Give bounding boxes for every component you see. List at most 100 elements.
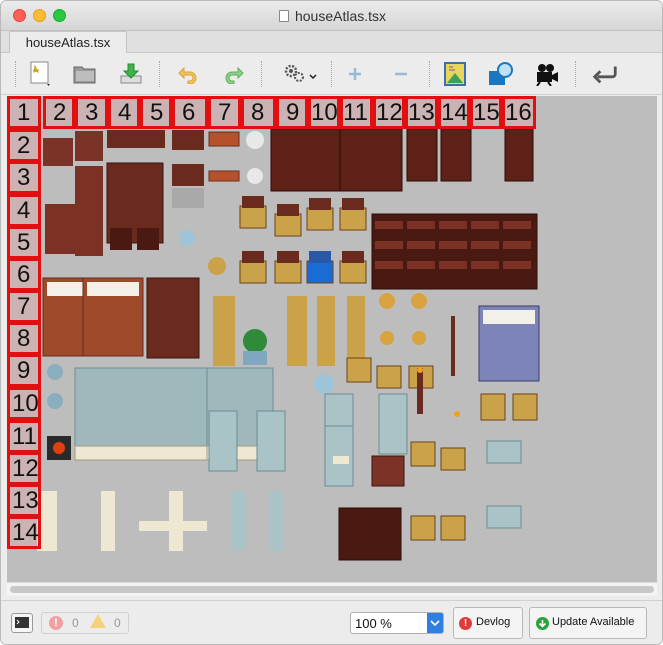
column-number-label: 10: [308, 96, 340, 129]
devlog-button[interactable]: ! Devlog: [453, 607, 523, 639]
toolbar-separator: [429, 61, 430, 87]
shelf-row: [471, 241, 499, 249]
column-number-text: 7: [218, 99, 232, 126]
warning-count: 0: [114, 616, 121, 630]
curtain-sprite: [213, 296, 235, 366]
undo-icon[interactable]: [173, 60, 201, 88]
row-number-text: 7: [17, 293, 31, 320]
column-number-text: 2: [53, 99, 67, 126]
issues-panel-button[interactable]: ! 0 0: [41, 612, 129, 634]
chair-sprite: [239, 205, 267, 229]
chair-sprite: [376, 365, 402, 389]
toolbar: [1, 53, 662, 95]
column-number-text: 16: [505, 99, 532, 126]
column-number-text: 14: [441, 99, 468, 126]
scrollbar-thumb[interactable]: [10, 586, 654, 593]
zoom-select[interactable]: 100 %: [350, 612, 444, 634]
wardrobe-sprite: [504, 128, 534, 182]
toolbar-separator: [15, 61, 16, 87]
lamp-sprite: [411, 293, 427, 309]
row-number-text: 2: [17, 132, 31, 159]
column-number-label: 1: [7, 96, 41, 129]
new-file-icon[interactable]: [27, 60, 55, 88]
settings-gear-icon[interactable]: [279, 60, 321, 88]
tileset-canvas[interactable]: 1 2 3 4 5 6 7 8 9 10 11 12 13 14 15 16 2 3 4 5 6 7 8 9 10 11 12 13 1…: [7, 96, 657, 582]
update-available-button[interactable]: Update Available: [529, 607, 647, 639]
tab-bar: houseAtlas.tsx: [1, 31, 662, 53]
rug-sprite: [208, 131, 240, 147]
row-number-text: 5: [17, 229, 31, 256]
chair-sprite: [440, 447, 466, 471]
return-arrow-icon[interactable]: [591, 60, 619, 88]
curtain-sprite: [287, 296, 307, 366]
column-number-text: 11: [343, 99, 368, 126]
column-number-label: 15: [470, 96, 502, 129]
redo-icon[interactable]: [221, 60, 249, 88]
shelf-row: [503, 221, 531, 229]
column-number-text: 9: [286, 99, 300, 126]
row-number-text: 11: [12, 423, 37, 450]
shelf-row: [471, 261, 499, 269]
toolbar-separator: [331, 61, 332, 87]
row-number-text: 3: [17, 164, 31, 191]
shelf-row: [439, 241, 467, 249]
row-number-label: 14: [7, 516, 41, 549]
column-number-text: 10: [311, 99, 338, 126]
shelf-row: [407, 241, 435, 249]
row-number-label: 2: [7, 129, 41, 162]
row-number-label: 8: [7, 322, 41, 355]
row-number-label: 11: [7, 420, 41, 453]
open-folder-icon[interactable]: [71, 60, 99, 88]
chair-sprite: [410, 441, 436, 467]
tileset-image-icon[interactable]: [441, 60, 469, 88]
horizontal-scrollbar[interactable]: [7, 582, 657, 596]
glass-panel-sprite: [208, 410, 238, 472]
glass-panel-sprite: [486, 505, 522, 529]
save-download-icon[interactable]: [117, 60, 145, 88]
shelf-top-sprite: [172, 130, 204, 150]
curtain-sprite: [317, 296, 335, 366]
row-number-label: 12: [7, 452, 41, 485]
column-number-label: 2: [43, 96, 75, 129]
wardrobe-sprite: [339, 128, 403, 192]
zoom-in-plus-icon[interactable]: [341, 60, 369, 88]
status-bar: ! 0 0 100 % ! Devlog Update Available: [1, 600, 662, 644]
row-number-text: 9: [17, 357, 31, 384]
zoom-out-minus-icon[interactable]: [387, 60, 415, 88]
row-number-label: 4: [7, 194, 41, 227]
column-number-label: 12: [373, 96, 405, 129]
column-number-label: 6: [172, 96, 208, 129]
shelf-row: [407, 221, 435, 229]
flame: [454, 411, 460, 417]
sink-sprite: [47, 393, 63, 409]
lamp-sprite: [380, 331, 394, 345]
tab-house-atlas[interactable]: houseAtlas.tsx: [9, 31, 127, 53]
column-number-label: 3: [75, 96, 108, 129]
counter-sprite: [74, 367, 208, 447]
candle-stand: [417, 368, 423, 414]
shelf-row: [375, 261, 403, 269]
column-number-text: 1: [17, 99, 31, 126]
dresser-sprite: [172, 164, 204, 186]
lamp-sprite: [379, 293, 395, 309]
row-number-label: 13: [7, 484, 41, 517]
brick-wall-sprite: [371, 455, 405, 487]
console-icon[interactable]: [11, 613, 33, 633]
counter-base: [74, 445, 208, 461]
row-number-text: 14: [12, 519, 39, 546]
row-number-label: 9: [7, 354, 41, 387]
document-icon: [278, 10, 289, 22]
glass-panel-sprite: [269, 491, 283, 551]
chair-sprite: [346, 357, 372, 383]
plant-sprite: [243, 329, 267, 353]
sink-sprite: [47, 364, 63, 380]
row-number-text: 8: [17, 325, 31, 352]
shelf-row: [375, 221, 403, 229]
pillow: [483, 310, 535, 324]
shape-overlay-icon[interactable]: [487, 60, 515, 88]
video-camera-icon[interactable]: [533, 60, 561, 88]
dresser-base: [172, 188, 204, 208]
column-number-text: 8: [251, 99, 265, 126]
tileset-artwork: [37, 128, 540, 561]
chair-sprite: [512, 393, 538, 421]
